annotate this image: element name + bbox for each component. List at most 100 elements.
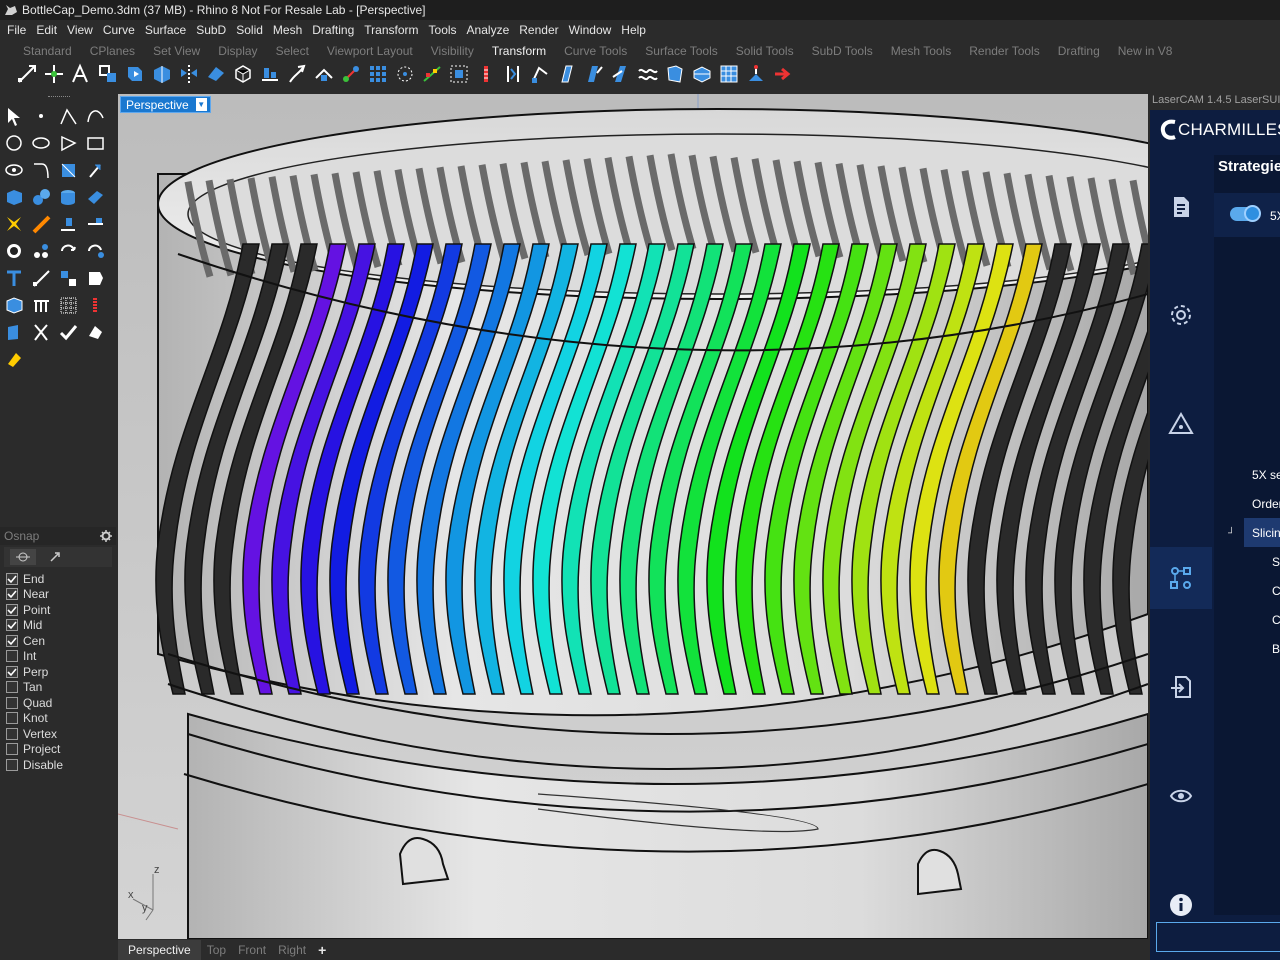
export-icon[interactable] — [1167, 673, 1195, 701]
osnap-item[interactable]: End — [0, 571, 116, 587]
move-icon[interactable] — [13, 61, 40, 87]
array-curve-icon[interactable] — [418, 61, 445, 87]
shear-icon[interactable] — [526, 61, 553, 87]
lasercam-input-field[interactable] — [1156, 922, 1280, 952]
boolean-icon[interactable] — [2, 212, 27, 237]
tree-item-selected[interactable]: Slicin — [1244, 518, 1280, 547]
checkbox-checked-icon[interactable] — [6, 619, 18, 632]
trim-icon[interactable] — [83, 212, 108, 237]
menu-drafting[interactable]: Drafting — [307, 23, 359, 37]
rotate-icon[interactable] — [121, 61, 148, 87]
shrink-icon[interactable] — [29, 320, 54, 345]
tab-cplanes[interactable]: CPlanes — [81, 44, 144, 58]
comb-icon[interactable] — [29, 293, 54, 318]
tab-mesh-tools[interactable]: Mesh Tools — [882, 44, 960, 58]
dimension-icon[interactable] — [29, 212, 54, 237]
maelstrom-icon[interactable] — [688, 61, 715, 87]
twist-icon[interactable] — [283, 61, 310, 87]
perspective-viewport[interactable]: z x y Perspective ▼ — [118, 94, 1148, 939]
tree-item[interactable]: Order — [1214, 489, 1280, 518]
rectangle-icon[interactable] — [83, 131, 108, 156]
osnap-item[interactable]: Cen — [0, 633, 116, 649]
scale-2d-icon[interactable] — [94, 61, 121, 87]
block-icon[interactable] — [56, 266, 81, 291]
tab-drafting[interactable]: Drafting — [1049, 44, 1109, 58]
tree-item[interactable]: Co — [1214, 576, 1280, 605]
grid-icon[interactable] — [56, 293, 81, 318]
checkbox-unchecked-icon[interactable] — [6, 681, 18, 694]
palette-grip[interactable] — [48, 96, 70, 99]
scale-icon[interactable] — [67, 61, 94, 87]
tab-display[interactable]: Display — [209, 44, 266, 58]
taper-icon[interactable] — [337, 61, 364, 87]
toggle-5x-switch[interactable] — [1230, 205, 1261, 222]
bend-icon[interactable] — [310, 61, 337, 87]
render-icon[interactable] — [83, 320, 108, 345]
polygon-icon[interactable] — [56, 131, 81, 156]
checkbox-checked-icon[interactable] — [6, 634, 18, 647]
explode-icon[interactable] — [56, 212, 81, 237]
transform-grid-icon[interactable] — [715, 61, 742, 87]
osnap-item[interactable]: Vertex — [0, 726, 116, 742]
checkbox-unchecked-icon[interactable] — [6, 650, 18, 663]
offset-icon[interactable] — [56, 158, 81, 183]
extrude-icon[interactable] — [83, 185, 108, 210]
osnap-item[interactable]: Quad — [0, 695, 116, 711]
menu-analyze[interactable]: Analyze — [462, 23, 515, 37]
collapse-icon[interactable]: ┘ — [1228, 528, 1235, 539]
tree-item[interactable]: Sv — [1214, 547, 1280, 576]
osnap-cursor-mode-icon[interactable] — [42, 549, 68, 565]
osnap-item[interactable]: Point — [0, 602, 116, 618]
arc-icon[interactable] — [2, 158, 27, 183]
stack-icon[interactable] — [83, 293, 108, 318]
tab-subd-tools[interactable]: SubD Tools — [803, 44, 882, 58]
menu-edit[interactable]: Edit — [31, 23, 62, 37]
viewport-title[interactable]: Perspective ▼ — [120, 96, 211, 113]
mirror-icon[interactable] — [175, 61, 202, 87]
viewport-scene[interactable] — [118, 94, 1148, 939]
circle-icon[interactable] — [2, 131, 27, 156]
check-icon[interactable] — [56, 320, 81, 345]
orient-icon[interactable] — [202, 61, 229, 87]
chevron-down-icon[interactable]: ▼ — [195, 98, 207, 111]
tree-item[interactable]: 5X se — [1214, 460, 1280, 489]
set-pt-icon[interactable] — [742, 61, 769, 87]
splop-icon[interactable] — [634, 61, 661, 87]
stretch-icon[interactable] — [553, 61, 580, 87]
mesh-icon[interactable] — [2, 239, 27, 264]
cage-edit-icon[interactable] — [499, 61, 526, 87]
menu-file[interactable]: File — [2, 23, 31, 37]
tab-curve-tools[interactable]: Curve Tools — [555, 44, 636, 58]
dim-linear-icon[interactable] — [29, 266, 54, 291]
cylinder-icon[interactable] — [56, 185, 81, 210]
copy-icon[interactable] — [40, 61, 67, 87]
array-icon[interactable] — [364, 61, 391, 87]
tab-solid-tools[interactable]: Solid Tools — [727, 44, 803, 58]
osnap-item[interactable]: Disable — [0, 757, 116, 773]
tab-set-view[interactable]: Set View — [144, 44, 209, 58]
tab-surface-tools[interactable]: Surface Tools — [636, 44, 727, 58]
orbit-icon[interactable] — [83, 239, 108, 264]
menu-window[interactable]: Window — [564, 23, 617, 37]
subd-icon[interactable] — [29, 239, 54, 264]
checkbox-unchecked-icon[interactable] — [6, 758, 18, 771]
checkbox-checked-icon[interactable] — [6, 665, 18, 678]
tab-standard[interactable]: Standard — [14, 44, 81, 58]
tab-render-tools[interactable]: Render Tools — [960, 44, 1049, 58]
checkbox-checked-icon[interactable] — [6, 572, 18, 585]
tab-visibility[interactable]: Visibility — [422, 44, 483, 58]
tab-right[interactable]: Right — [272, 940, 312, 960]
flow-icon[interactable] — [472, 61, 499, 87]
polyline-icon[interactable] — [56, 104, 81, 129]
tab-front[interactable]: Front — [232, 940, 272, 960]
solid-box-icon[interactable] — [2, 185, 27, 210]
text-icon[interactable] — [2, 266, 27, 291]
tab-perspective[interactable]: Perspective — [118, 940, 201, 960]
menu-subd[interactable]: SubD — [191, 23, 231, 37]
info-icon[interactable] — [1167, 891, 1195, 919]
checkbox-unchecked-icon[interactable] — [6, 727, 18, 740]
select-arrow-icon[interactable] — [2, 104, 27, 129]
menu-solid[interactable]: Solid — [231, 23, 268, 37]
arrow-right-icon[interactable] — [769, 61, 796, 87]
checkbox-checked-icon[interactable] — [6, 603, 18, 616]
